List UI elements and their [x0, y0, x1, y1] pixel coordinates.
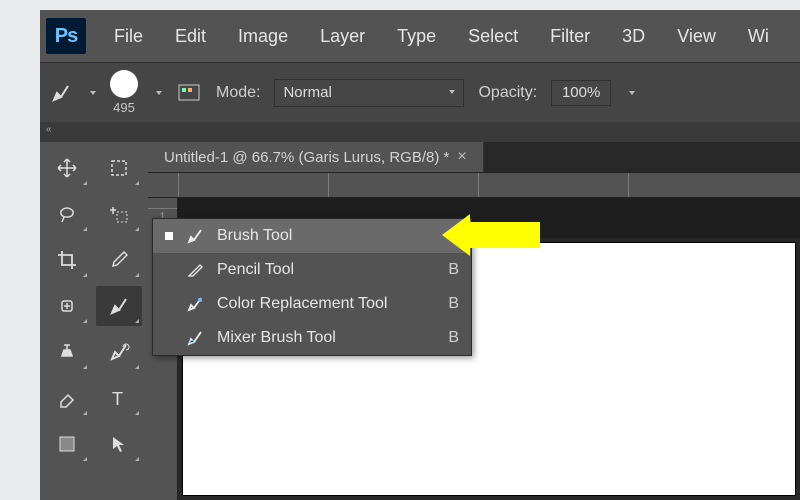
brush-icon — [185, 227, 205, 245]
brush-tool[interactable] — [96, 286, 142, 326]
ruler-horizontal[interactable] — [148, 172, 800, 198]
flyout-item-label: Pencil Tool — [217, 261, 294, 279]
check-icon — [165, 232, 173, 240]
menu-image[interactable]: Image — [224, 20, 302, 53]
history-brush-tool[interactable] — [96, 332, 142, 372]
opacity-label: Opacity: — [478, 84, 537, 102]
flyout-brush-tool[interactable]: Brush Tool — [153, 219, 471, 253]
marquee-tool[interactable] — [96, 148, 142, 188]
opacity-caret-icon[interactable] — [629, 91, 635, 95]
flyout-item-label: Color Replacement Tool — [217, 295, 387, 313]
flyout-mixer-brush-tool[interactable]: Mixer Brush Tool B — [153, 321, 471, 355]
mode-value: Normal — [283, 84, 331, 101]
menu-type[interactable]: Type — [383, 20, 450, 53]
document-tab[interactable]: Untitled-1 @ 66.7% (Garis Lurus, RGB/8) … — [148, 142, 484, 172]
move-tool[interactable] — [44, 148, 90, 188]
brush-size-value: 495 — [113, 100, 135, 115]
menubar: Ps File Edit Image Layer Type Select Fil… — [40, 10, 800, 62]
flyout-color-replacement-tool[interactable]: Color Replacement Tool B — [153, 287, 471, 321]
eraser-tool[interactable] — [44, 378, 90, 418]
pencil-icon — [185, 261, 205, 279]
brush-panel-icon[interactable] — [176, 80, 202, 106]
app-logo: Ps — [46, 18, 86, 54]
tool-presets-caret[interactable] — [90, 91, 96, 95]
mixer-brush-icon — [185, 329, 205, 347]
flyout-item-shortcut: B — [448, 261, 459, 279]
svg-text:T: T — [112, 389, 123, 409]
flyout-item-shortcut: B — [448, 329, 459, 347]
healing-brush-tool[interactable] — [44, 286, 90, 326]
color-replacement-icon — [185, 295, 205, 313]
mode-label: Mode: — [216, 84, 260, 102]
options-bar: 495 Mode: Normal Opacity: 100% — [40, 62, 800, 122]
menu-window[interactable]: Wi — [734, 20, 783, 53]
menu-select[interactable]: Select — [454, 20, 532, 53]
close-icon[interactable]: × — [457, 148, 466, 166]
type-tool[interactable]: T — [96, 378, 142, 418]
flyout-item-label: Mixer Brush Tool — [217, 329, 336, 347]
flyout-pencil-tool[interactable]: Pencil Tool B — [153, 253, 471, 287]
brush-picker-caret[interactable] — [156, 91, 162, 95]
opacity-value[interactable]: 100% — [551, 80, 611, 106]
menu-file[interactable]: File — [100, 20, 157, 53]
brush-tool-flyout: Brush Tool Pencil Tool B Color Replaceme… — [152, 218, 472, 356]
flyout-item-label: Brush Tool — [217, 227, 292, 245]
gradient-tool[interactable] — [44, 424, 90, 464]
lasso-tool[interactable] — [44, 194, 90, 234]
document-title: Untitled-1 @ 66.7% (Garis Lurus, RGB/8) … — [164, 149, 449, 166]
menu-edit[interactable]: Edit — [161, 20, 220, 53]
clone-stamp-tool[interactable] — [44, 332, 90, 372]
panel-collapse[interactable]: « — [40, 122, 800, 142]
mode-select[interactable]: Normal — [274, 79, 464, 107]
crop-tool[interactable] — [44, 240, 90, 280]
quick-select-tool[interactable] — [96, 194, 142, 234]
active-tool-icon[interactable] — [50, 82, 72, 104]
menu-3d[interactable]: 3D — [608, 20, 659, 53]
menu-view[interactable]: View — [663, 20, 730, 53]
brush-preview-circle — [110, 70, 138, 98]
menu-filter[interactable]: Filter — [536, 20, 604, 53]
flyout-item-shortcut: B — [448, 295, 459, 313]
brush-picker[interactable]: 495 — [110, 70, 138, 115]
mode-caret-icon — [449, 90, 455, 94]
path-selection-tool[interactable] — [96, 424, 142, 464]
tools-panel: T — [40, 142, 148, 500]
eyedropper-tool[interactable] — [96, 240, 142, 280]
menu-layer[interactable]: Layer — [306, 20, 379, 53]
